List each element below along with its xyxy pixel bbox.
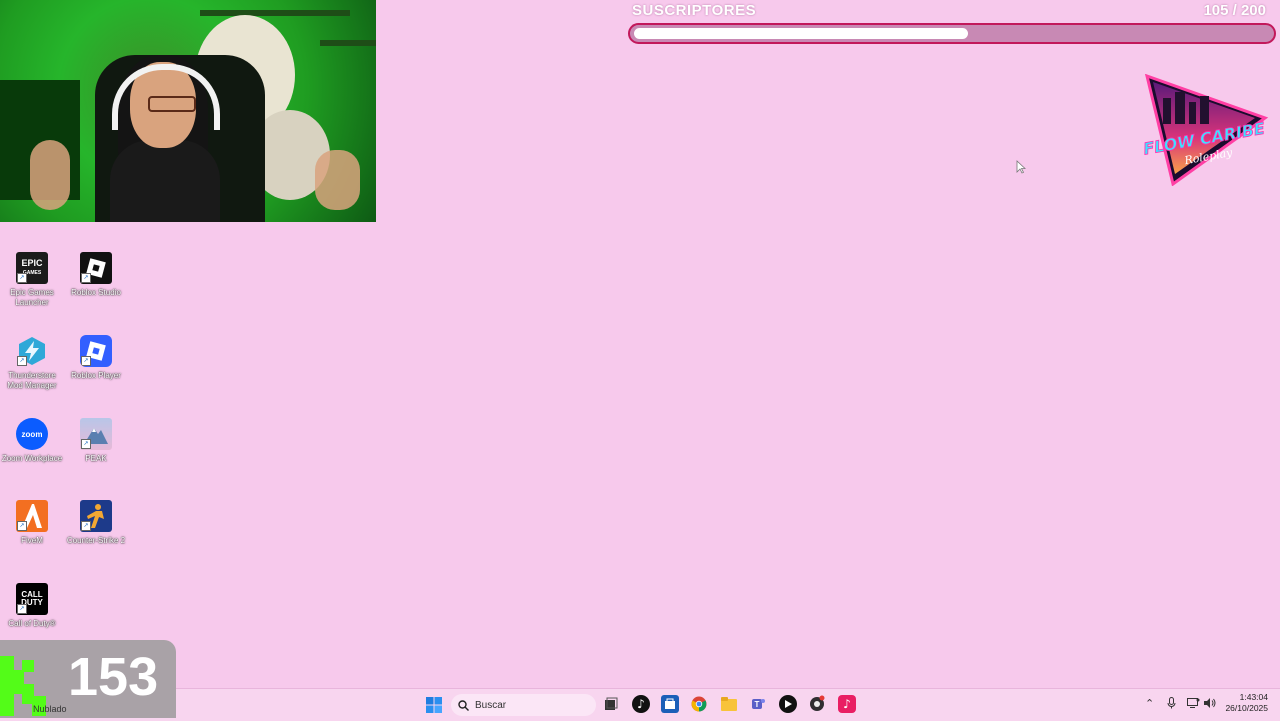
desktop-icon-call-of-duty[interactable]: CALL DUTY ↗ Call of Duty® [0,583,64,629]
desktop-icon-epic-games[interactable]: EPIC GAMES ↗ Epic Games Launcher [0,252,64,308]
search-icon [458,699,469,711]
taskbar-media-player[interactable] [779,695,797,713]
network-icon[interactable] [1187,697,1200,712]
desktop-icon-fivem[interactable]: ↗ FiveM [0,500,64,546]
desktop-icon-counter-strike[interactable]: ↗ Counter-Strike 2 [64,500,128,546]
search-placeholder: Buscar [475,699,507,711]
fivem-icon: ↗ [16,500,48,532]
tiktok-icon: ♪ [637,697,645,711]
shortcut-arrow-icon: ↗ [17,356,27,366]
teams-icon: T [752,699,765,709]
hand [315,150,360,210]
desktop-icon-label: Roblox Studio [71,288,121,297]
taskbar-file-explorer[interactable] [720,695,738,713]
clock-time: 1:43:04 [1239,692,1268,702]
tiktok-live-icon: ♪ [843,697,851,711]
shelf [200,10,350,16]
desktop-icon-label: FiveM [21,536,43,545]
goal-count: 105 / 200 [1203,2,1266,19]
shelf [320,40,376,46]
store-icon [665,698,675,709]
shortcut-arrow-icon: ↗ [81,273,91,283]
obs-icon [810,695,825,711]
desktop-icon-roblox-studio[interactable]: ↗ Roblox Studio [64,252,128,298]
desktop-icon-label: PEAK [85,454,107,463]
mouse-cursor-icon [1016,160,1026,174]
taskbar-search[interactable]: Buscar [451,694,596,716]
goal-progress-fill [634,28,968,39]
glasses [148,96,196,112]
volume-icon[interactable] [1203,697,1216,712]
hand [30,140,70,210]
taskbar-obs[interactable] [808,695,826,713]
windows-icon [426,697,442,713]
desktop-icon-label: Epic Games Launcher [10,288,54,307]
desktop-icon-thunderstore[interactable]: ↗ Thunderstore Mod Manager [0,335,64,391]
start-button[interactable] [426,697,442,713]
desktop-icon-label: Counter-Strike 2 [66,536,126,545]
desktop-icon-label: Call of Duty® [8,619,56,628]
taskbar-tiktok-live[interactable]: ♪ [838,695,856,713]
epic-games-icon: EPIC GAMES ↗ [16,252,48,284]
tray-overflow-chevron-icon[interactable]: ⌃ [1145,697,1154,710]
taskbar-chrome[interactable] [690,695,708,713]
task-view-icon [605,697,618,710]
chrome-icon [691,696,707,712]
desktop-icon-label: Roblox Player [71,371,121,380]
shortcut-arrow-icon: ↗ [81,439,91,449]
taskbar-teams[interactable]: T [749,695,767,713]
thunderstore-icon: ↗ [16,335,48,367]
goal-label: SUSCRIPTORES [632,2,757,19]
weather-label[interactable]: Nublado [33,704,67,714]
flow-caribe-logo: FLOW CARIBE Roleplay [1143,74,1269,186]
desktop-icon-peak[interactable]: ↗ PEAK [64,418,128,464]
taskbar-store[interactable] [661,695,679,713]
webcam-overlay [0,0,376,222]
folder-icon [721,697,737,711]
clock-date: 26/10/2025 [1225,703,1268,713]
shortcut-arrow-icon: ↗ [17,273,27,283]
kick-counter-widget: 153 [0,640,176,718]
taskbar-tiktok[interactable]: ♪ [632,695,650,713]
shortcut-arrow-icon: ↗ [81,356,91,366]
play-icon [785,700,792,708]
roblox-studio-icon: ↗ [80,252,112,284]
desktop-icon-label: Zoom Workplace [1,454,63,463]
roblox-player-icon: ↗ [80,335,112,367]
call-of-duty-icon: CALL DUTY ↗ [16,583,48,615]
shortcut-arrow-icon: ↗ [17,521,27,531]
microphone-icon[interactable] [1167,697,1176,712]
desktop-icon-zoom[interactable]: zoom Zoom Workplace [0,418,64,464]
streamer-body [110,140,220,222]
system-clock[interactable]: 1:43:04 26/10/2025 [1225,692,1268,714]
shortcut-arrow-icon: ↗ [81,521,91,531]
peak-icon: ↗ [80,418,112,450]
desktop-icon-label: Thunderstore Mod Manager [7,371,57,390]
zoom-icon: zoom [16,418,48,450]
shortcut-arrow-icon: ↗ [17,604,27,614]
counter-value: 153 [68,647,159,707]
taskbar-task-view[interactable] [602,695,620,713]
counter-strike-icon: ↗ [80,500,112,532]
desktop-icon-roblox-player[interactable]: ↗ Roblox Player [64,335,128,381]
svg-text:T: T [755,700,760,709]
goal-progress-bar [628,23,1276,44]
